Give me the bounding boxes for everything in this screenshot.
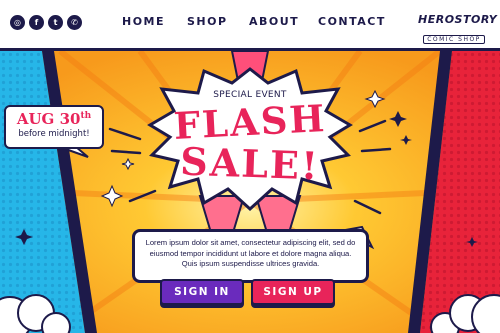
facebook-icon[interactable]: f (29, 15, 44, 30)
event-deadline: before midnight! (18, 129, 90, 139)
event-date: AUG 30th (16, 110, 92, 128)
nav-about[interactable]: ABOUT (249, 15, 299, 28)
headline-sale: SALE! (179, 138, 321, 189)
nav-contact[interactable]: CONTACT (318, 15, 386, 28)
nav-home[interactable]: HOME (122, 15, 165, 28)
event-date-bubble: AUG 30th before midnight! (4, 105, 104, 149)
brand-tagline: COMIC SHOP (423, 35, 485, 44)
sign-up-button[interactable]: SIGN UP (251, 279, 335, 305)
nav-shop[interactable]: SHOP (187, 15, 228, 28)
social-links: ◎ f t ✆ (10, 15, 82, 30)
instagram-icon[interactable]: ◎ (10, 15, 25, 30)
brand-logo[interactable]: HEROSTORY COMIC SHOP (418, 13, 498, 45)
site-header: ◎ f t ✆ HOME SHOP ABOUT CONTACT HEROSTOR… (0, 0, 500, 48)
promo-description: Lorem ipsum dolor sit amet, consectetur … (132, 229, 369, 283)
brand-name: HEROSTORY (418, 13, 498, 26)
whatsapp-icon[interactable]: ✆ (67, 15, 82, 30)
twitter-icon[interactable]: t (48, 15, 63, 30)
sign-in-button[interactable]: SIGN IN (160, 279, 244, 305)
hero-banner: AUG 30th before midnight! SPECIAL EVENT … (0, 51, 500, 333)
